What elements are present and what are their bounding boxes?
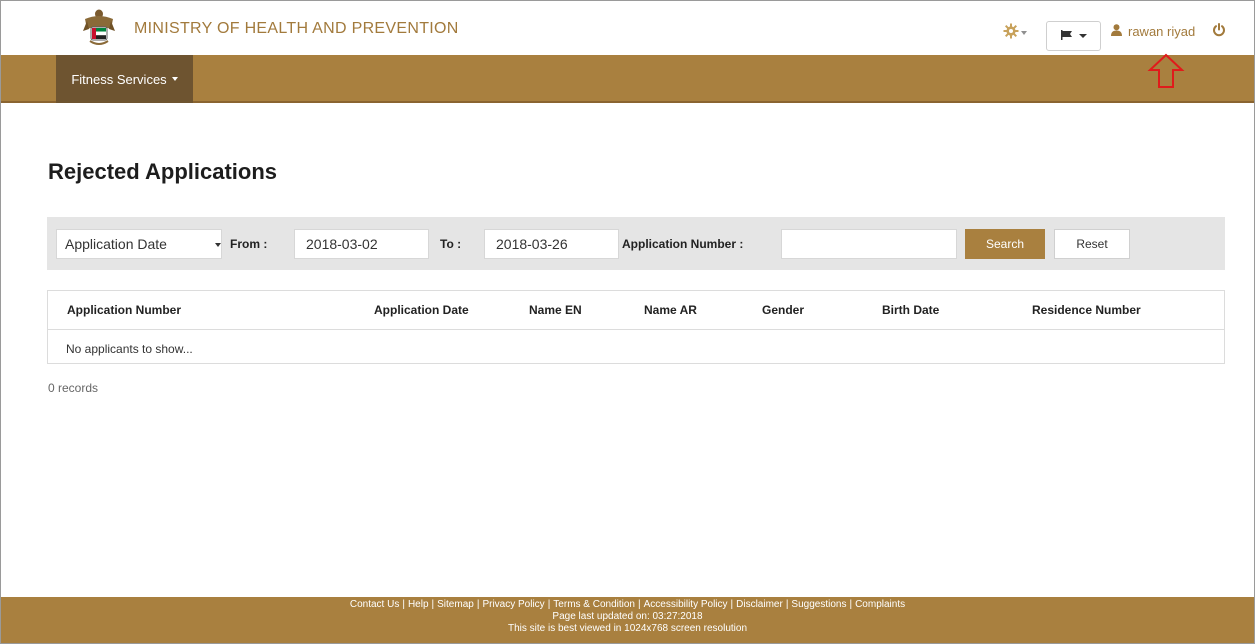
- footer-link-accessibility[interactable]: Accessibility Policy: [644, 599, 728, 610]
- emblem-icon: [81, 7, 117, 47]
- last-updated-text: Page last updated on: 03:27:2018: [552, 611, 703, 622]
- to-label: To :: [440, 237, 462, 251]
- nav-item-fitness-services[interactable]: Fitness Services: [56, 55, 193, 103]
- chevron-down-icon: [1021, 31, 1027, 35]
- footer-link-sitemap[interactable]: Sitemap: [437, 599, 474, 610]
- column-header-birth-date[interactable]: Birth Date: [882, 303, 939, 317]
- chevron-down-icon: [171, 77, 178, 81]
- date-type-value: Application Date: [65, 236, 167, 252]
- chevron-down-icon: [215, 243, 221, 247]
- application-number-input[interactable]: [781, 229, 957, 259]
- column-header-residence-number[interactable]: Residence Number: [1032, 303, 1141, 317]
- footer-link-contact-us[interactable]: Contact Us: [350, 599, 399, 610]
- settings-dropdown[interactable]: [1003, 23, 1031, 43]
- page-title: Rejected Applications: [48, 159, 278, 184]
- footer-link-privacy-policy[interactable]: Privacy Policy: [482, 599, 544, 610]
- to-date-input[interactable]: 2018-03-26: [484, 229, 619, 259]
- footer-link-disclaimer[interactable]: Disclaimer: [736, 599, 783, 610]
- divider: |: [547, 599, 551, 610]
- user-icon: [1111, 23, 1122, 39]
- column-header-name-ar[interactable]: Name AR: [644, 303, 697, 317]
- power-icon[interactable]: [1212, 23, 1226, 37]
- language-dropdown[interactable]: [1046, 21, 1101, 51]
- from-label: From :: [230, 237, 268, 251]
- column-header-application-date[interactable]: Application Date: [374, 303, 469, 317]
- divider: |: [431, 599, 435, 610]
- footer-link-help[interactable]: Help: [408, 599, 429, 610]
- resolution-note: This site is best viewed in 1024x768 scr…: [507, 623, 748, 634]
- reset-button[interactable]: Reset: [1054, 229, 1130, 259]
- footer: Contact Us | Help | Sitemap | Privacy Policy | T…: [1, 597, 1254, 643]
- footer-link-suggestions[interactable]: Suggestions: [791, 599, 846, 610]
- column-header-application-number[interactable]: Application Number: [67, 303, 181, 317]
- search-button[interactable]: Search: [965, 229, 1045, 259]
- main-navbar: Fitness Services: [1, 55, 1254, 103]
- column-header-gender[interactable]: Gender: [762, 303, 804, 317]
- chevron-down-icon: [1078, 34, 1087, 38]
- ministry-title: MINISTRY OF HEALTH AND PREVENTION: [134, 20, 459, 37]
- user-name: rawan riyad: [1128, 23, 1196, 39]
- footer-link-complaints[interactable]: Complaints: [855, 599, 905, 610]
- filter-bar: Application Date From : 2018-03-02 To : …: [47, 217, 1225, 270]
- footer-link-terms[interactable]: Terms & Condition: [553, 599, 635, 610]
- nav-item-label: Fitness Services: [71, 71, 167, 87]
- column-header-name-en[interactable]: Name EN: [529, 303, 582, 317]
- from-date-input[interactable]: 2018-03-02: [294, 229, 429, 259]
- divider: |: [730, 599, 734, 610]
- divider: |: [638, 599, 641, 610]
- applications-table: Application Number Application Date Name…: [47, 290, 1225, 364]
- footer-links: Contact Us | Help | Sitemap | Privacy Policy | T…: [1, 599, 1254, 611]
- records-count: 0 records: [48, 381, 99, 395]
- user-menu-link[interactable]: rawan riyad: [1111, 23, 1195, 39]
- flag-icon: [1060, 27, 1073, 45]
- empty-table-message: No applicants to show...: [66, 342, 193, 356]
- date-type-select[interactable]: Application Date: [56, 229, 222, 259]
- table-header-row: Application Number Application Date Name…: [48, 291, 1224, 330]
- divider: |: [402, 599, 405, 610]
- arrow-up-icon: [1147, 53, 1185, 89]
- top-header: MINISTRY OF HEALTH AND PREVENTION rawan …: [1, 1, 1254, 55]
- application-number-label: Application Number :: [622, 237, 744, 251]
- gear-icon: [1003, 23, 1019, 44]
- divider: |: [849, 599, 853, 610]
